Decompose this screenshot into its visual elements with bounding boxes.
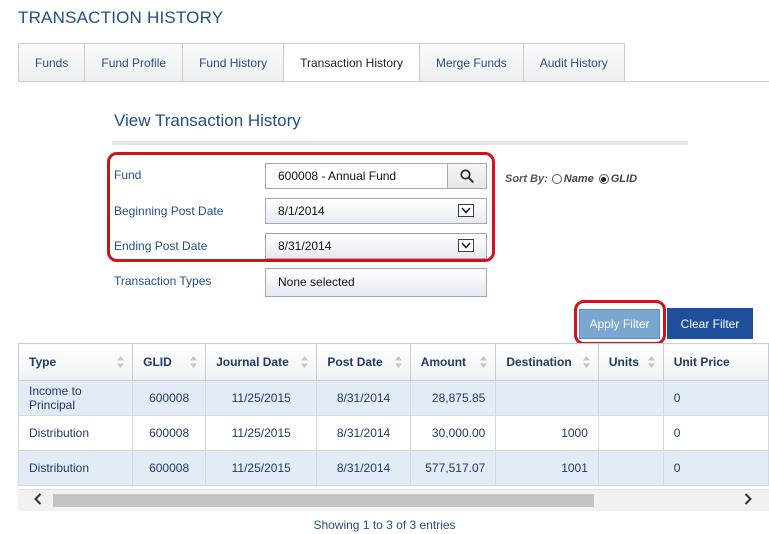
chevron-right-icon[interactable] [744,493,752,507]
cell-destination: 1001 [495,450,599,486]
tab-funds[interactable]: Funds [18,43,86,81]
tab-divider [18,81,769,82]
horizontal-scrollbar[interactable] [18,489,769,511]
cell-glid: 600008 [132,415,207,451]
cell-units [597,450,664,486]
page-title: TRANSACTION HISTORY [18,8,224,27]
tab-fund-history[interactable]: Fund History [182,43,285,81]
column-header-post-date[interactable]: Post Date [316,343,411,381]
column-header-label: GLID [143,355,172,369]
scrollbar-thumb[interactable] [53,494,594,507]
cell-amount: 577,517.07 [409,450,497,486]
column-header-label: Destination [506,355,572,369]
column-header-label: Type [29,355,57,369]
sort-icon [582,356,590,368]
tab-audit-history[interactable]: Audit History [522,43,625,81]
column-header-units[interactable]: Units [597,343,664,381]
cell-glid: 600008 [132,450,207,486]
column-header-journal-date[interactable]: Journal Date [205,343,318,381]
cell-units [597,380,664,416]
column-header-type[interactable]: Type [18,343,134,381]
transaction-types-multiselect[interactable]: None selected [265,268,487,297]
cell-destination [495,380,599,416]
apply-filter-highlight [574,300,666,345]
cell-type: Income to Principal [18,380,134,416]
cell-post-date: 8/31/2014 [316,415,411,451]
cell-amount: 30,000.00 [409,415,497,451]
table-header-row: Type GLID Journal Date Post Date Amount … [18,343,769,381]
table-row[interactable]: Distribution 600008 11/25/2015 8/31/2014… [18,450,769,486]
sort-glid-radio[interactable] [598,174,609,184]
cell-journal-date: 11/25/2015 [205,415,318,451]
tab-fund-profile[interactable]: Fund Profile [84,43,184,81]
chevron-left-icon[interactable] [34,493,42,507]
cell-unit-price: 0 [662,380,769,416]
cell-destination: 1000 [495,415,599,451]
tab-merge-funds[interactable]: Merge Funds [419,43,524,81]
cell-type: Distribution [18,450,134,486]
sort-name-label: Name [563,173,594,185]
clear-filter-button[interactable]: Clear Filter [667,308,753,339]
sort-glid-label: GLID [610,173,638,185]
cell-journal-date: 11/25/2015 [205,450,318,486]
cell-type: Distribution [18,415,134,451]
tab-transaction-history[interactable]: Transaction History [283,43,421,82]
column-header-label: Unit Price [673,355,730,369]
sort-by-label: Sort By: [505,173,548,185]
column-header-label: Units [608,355,639,369]
column-header-label: Post Date [327,355,383,369]
column-header-unit-price[interactable]: Unit Price [662,343,769,381]
sort-icon [301,356,309,368]
sort-by-group: Sort By: Name GLID [505,173,640,185]
section-divider [112,141,688,145]
column-header-amount[interactable]: Amount [409,343,497,381]
column-header-glid[interactable]: GLID [132,343,207,381]
cell-glid: 600008 [132,380,207,416]
transaction-table: Type GLID Journal Date Post Date Amount … [18,343,769,488]
sort-icon [190,356,198,368]
column-header-label: Journal Date [216,355,289,369]
cell-post-date: 8/31/2014 [316,450,411,486]
tab-bar: Funds Fund Profile Fund History Transact… [18,43,625,82]
column-header-label: Amount [420,355,467,369]
section-title: View Transaction History [114,111,301,130]
cell-unit-price: 0 [662,450,769,486]
column-header-destination[interactable]: Destination [495,343,599,381]
table-row[interactable]: Income to Principal 600008 11/25/2015 8/… [18,380,769,416]
table-row[interactable]: Distribution 600008 11/25/2015 8/31/2014… [18,415,769,451]
cell-amount: 28,875.85 [409,380,497,416]
sort-icon [394,356,402,368]
transaction-types-label: Transaction Types [114,274,212,288]
sort-name-radio[interactable] [551,174,562,184]
sort-icon [647,356,655,368]
table-info: Showing 1 to 3 of 3 entries [313,518,456,532]
sort-icon [117,356,125,368]
cell-units [597,415,664,451]
cell-unit-price: 0 [662,415,769,451]
cell-journal-date: 11/25/2015 [205,380,318,416]
sort-icon [480,356,488,368]
filter-fields-highlight [107,152,495,262]
cell-post-date: 8/31/2014 [316,380,411,416]
